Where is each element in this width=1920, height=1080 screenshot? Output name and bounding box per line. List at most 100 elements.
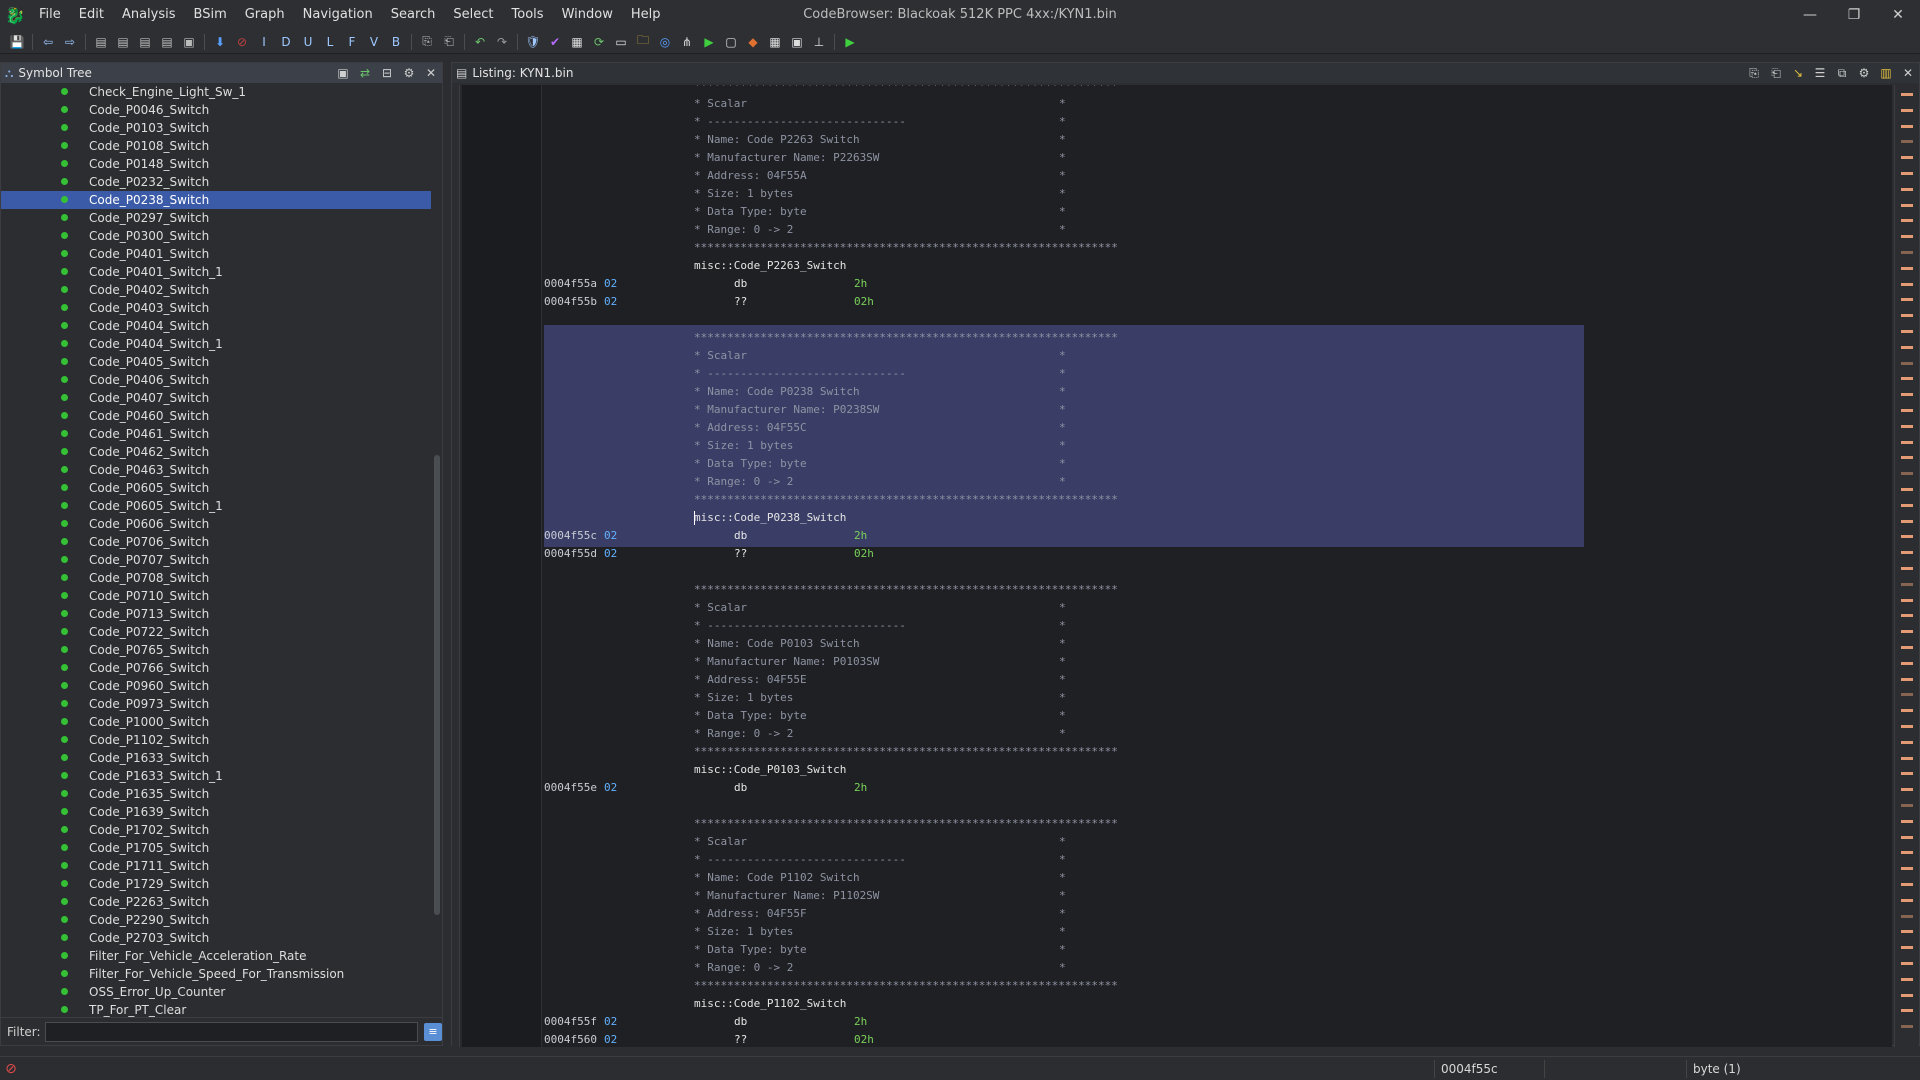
diff-view-icon[interactable]: ⧉	[1831, 63, 1853, 83]
overview-marker[interactable]	[1901, 314, 1913, 318]
menu-file[interactable]: File	[30, 0, 70, 30]
listing-code[interactable]: ****************************************…	[544, 85, 1892, 1047]
overview-marker[interactable]	[1901, 883, 1913, 886]
menu-tools[interactable]: Tools	[503, 0, 553, 30]
tree-item[interactable]: Code_P0404_Switch_1	[1, 335, 431, 353]
menu-graph[interactable]: Graph	[236, 0, 294, 30]
nav-function-icon[interactable]: ▣	[178, 31, 200, 53]
paste-listing-icon[interactable]: ⎗	[1765, 63, 1787, 83]
filter-options-icon[interactable]: ≡	[424, 1022, 442, 1041]
tree-item[interactable]: Code_P0605_Switch	[1, 479, 431, 497]
overview-marker[interactable]	[1901, 740, 1913, 744]
menu-bsim[interactable]: BSim	[185, 0, 236, 30]
nav-data-icon[interactable]: ▤	[112, 31, 134, 53]
overview-marker[interactable]	[1901, 962, 1913, 965]
toolbar-letter-i[interactable]: I	[253, 31, 275, 53]
overview-marker[interactable]	[1901, 156, 1913, 160]
tree-item[interactable]: Code_P0605_Switch_1	[1, 497, 431, 515]
tree-item[interactable]: Code_P0463_Switch	[1, 461, 431, 479]
tree-item[interactable]: Code_P2703_Switch	[1, 929, 431, 947]
window-layout-icon[interactable]: ▣	[786, 31, 808, 53]
stop-icon[interactable]: ⊘	[231, 31, 253, 53]
tree-item[interactable]: Code_P0403_Switch	[1, 299, 431, 317]
overview-marker[interactable]	[1901, 503, 1913, 507]
overview-marker[interactable]	[1901, 977, 1913, 981]
close-listing-icon[interactable]: ✕	[1897, 63, 1919, 83]
tree-item[interactable]: Code_P0406_Switch	[1, 371, 431, 389]
copy-icon[interactable]: ⎘	[416, 31, 438, 53]
overview-marker[interactable]	[1901, 867, 1913, 871]
overview-marker[interactable]	[1901, 377, 1913, 381]
debugger-run-icon[interactable]: ▶	[839, 31, 861, 53]
tree-item[interactable]: Code_P0460_Switch	[1, 407, 431, 425]
menu-search[interactable]: Search	[382, 0, 445, 30]
overview-marker[interactable]	[1901, 124, 1913, 128]
filter-input[interactable]	[44, 1021, 419, 1042]
overview-marker[interactable]	[1901, 582, 1913, 586]
overview-marker[interactable]	[1901, 898, 1913, 902]
overview-marker[interactable]	[1901, 946, 1913, 950]
tree-item[interactable]: Code_P2290_Switch	[1, 911, 431, 929]
overview-marker[interactable]	[1901, 535, 1913, 539]
overview-marker[interactable]	[1901, 914, 1913, 918]
overview-marker[interactable]	[1901, 630, 1913, 634]
overview-marker[interactable]	[1901, 424, 1913, 428]
collapse-all-icon[interactable]: ⊟	[376, 63, 398, 83]
checkmark-icon[interactable]: ✔	[544, 31, 566, 53]
menu-edit[interactable]: Edit	[70, 0, 113, 30]
toolbar-letter-b[interactable]: B	[385, 31, 407, 53]
panel-divider[interactable]: ⇹	[444, 62, 464, 1046]
down-arrow-icon[interactable]: ⬇	[209, 31, 231, 53]
tree-icon[interactable]: ⊥	[808, 31, 830, 53]
overview-marker[interactable]	[1901, 819, 1913, 823]
overview-marker[interactable]	[1901, 440, 1913, 444]
tree-item[interactable]: Code_P0960_Switch	[1, 677, 431, 695]
overview-marker[interactable]	[1901, 187, 1913, 191]
overview-marker[interactable]	[1901, 851, 1913, 855]
tree-item[interactable]: Code_P0707_Switch	[1, 551, 431, 569]
listing-body[interactable]: ****************************************…	[452, 85, 1892, 1047]
toolbar-letter-d[interactable]: D	[275, 31, 297, 53]
tree-item[interactable]: Code_P0402_Switch	[1, 281, 431, 299]
tree-item[interactable]: Code_P1635_Switch	[1, 785, 431, 803]
overview-marker[interactable]	[1901, 646, 1913, 649]
table-icon[interactable]: ▦	[764, 31, 786, 53]
overview-marker[interactable]	[1901, 725, 1913, 728]
tree-item[interactable]: Code_P1639_Switch	[1, 803, 431, 821]
overview-marker[interactable]	[1901, 235, 1913, 239]
tree-item[interactable]: Code_P2263_Switch	[1, 893, 431, 911]
overview-marker[interactable]	[1901, 203, 1913, 207]
redo-icon[interactable]: ↷	[491, 31, 513, 53]
tree-item[interactable]: Code_P0462_Switch	[1, 443, 431, 461]
forward-icon[interactable]: ⇨	[59, 31, 81, 53]
minimize-button[interactable]: —	[1788, 0, 1832, 30]
overview-marker[interactable]	[1901, 930, 1913, 934]
tree-item[interactable]: Code_P0238_Switch	[1, 191, 431, 209]
overview-marker[interactable]	[1901, 772, 1913, 776]
copy-listing-icon[interactable]: ⎘	[1743, 63, 1765, 83]
overview-marker[interactable]	[1901, 1009, 1913, 1013]
diamond-icon[interactable]: ◆	[742, 31, 764, 53]
tree-item[interactable]: Code_P0404_Switch	[1, 317, 431, 335]
menu-help[interactable]: Help	[622, 0, 670, 30]
nav-label-icon[interactable]: ▤	[156, 31, 178, 53]
save-icon[interactable]: 💾	[6, 31, 28, 53]
tree-item[interactable]: Code_P1102_Switch	[1, 731, 431, 749]
overview-marker[interactable]	[1901, 266, 1913, 270]
overview-bar[interactable]	[1894, 85, 1918, 1047]
toolbar-letter-v[interactable]: V	[363, 31, 385, 53]
tree-item[interactable]: Filter_For_Vehicle_Speed_For_Transmissio…	[1, 965, 431, 983]
tree-item[interactable]: Code_P0407_Switch	[1, 389, 431, 407]
overview-marker[interactable]	[1901, 330, 1913, 333]
nav-undefined-icon[interactable]: ▤	[134, 31, 156, 53]
function-graph-icon[interactable]: ◎	[654, 31, 676, 53]
tree-item[interactable]: Code_P1633_Switch	[1, 749, 431, 767]
tree-item[interactable]: Code_P0765_Switch	[1, 641, 431, 659]
overview-marker[interactable]	[1901, 567, 1913, 570]
overview-marker[interactable]	[1901, 804, 1913, 807]
overview-marker[interactable]	[1901, 219, 1913, 223]
overview-marker[interactable]	[1901, 251, 1913, 254]
tree-item[interactable]: Code_P0046_Switch	[1, 101, 431, 119]
overview-marker[interactable]	[1901, 756, 1913, 760]
overview-marker[interactable]	[1901, 598, 1913, 602]
